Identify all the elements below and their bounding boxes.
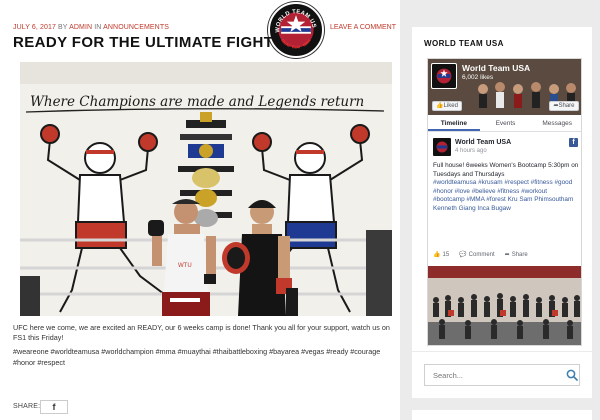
thumbs-up-icon: 👍 — [436, 103, 444, 109]
meta-in: IN — [94, 24, 102, 31]
fb-avatar-logo — [432, 64, 456, 88]
fb-post-text: Full house! 6weeks Women's Bootcamp 5:30… — [433, 162, 579, 214]
fb-liked-button[interactable]: 👍Liked — [432, 101, 462, 111]
post-date[interactable]: JULY 6, 2017 — [13, 24, 56, 31]
fb-liked-label: Liked — [443, 103, 458, 109]
fb-comment-label: Comment — [468, 251, 495, 258]
fb-post-message: Full house! 6weeks Women's Bootcamp 5:30… — [433, 162, 579, 178]
fb-post-header: World Team USA 4 hours ago f — [433, 138, 578, 160]
meta-by: BY — [58, 24, 68, 31]
facebook-icon[interactable]: f — [569, 138, 578, 147]
post-body: UFC here we come, we are excited an READ… — [13, 323, 390, 342]
fb-post-hashtags[interactable]: #worldteamusa #krusam #respect #fitness … — [433, 179, 579, 213]
thumbs-up-icon: 👍 — [433, 252, 441, 258]
fb-tab-messages[interactable]: Messages — [531, 117, 581, 131]
fb-post-avatar[interactable] — [433, 138, 451, 156]
widget-title: WORLD TEAM USA — [424, 39, 504, 48]
share-arrow-icon: ➦ — [504, 252, 510, 258]
fb-post-avatar-logo — [433, 138, 451, 156]
search-icon[interactable] — [566, 369, 578, 381]
fb-share-button[interactable]: ➦Share — [549, 101, 579, 111]
post-author-link[interactable]: ADMIN — [69, 24, 92, 31]
post-title[interactable]: READY FOR THE ULTIMATE FIGHT — [13, 34, 273, 51]
post-column: JULY 6, 2017 BY ADMIN IN ANNOUNCEMENTS L… — [0, 0, 400, 420]
fb-post-actions: 👍 15 💬 Comment ➦ Share — [433, 248, 579, 261]
bootcamp-photo — [428, 266, 581, 345]
fb-cover-photo[interactable]: World Team USA 6,002 likes 👍Liked ➦Share — [428, 59, 581, 115]
fb-share-action-label: Share — [511, 251, 528, 258]
wall-slogan: Where Champions are made and Legends ret… — [30, 94, 364, 110]
facebook-widget: WORLD TEAM USA World Team USA 6,002 like… — [412, 27, 592, 351]
hashtags-line-1[interactable]: #weareone #worldteamusa #worldchampion #… — [13, 346, 393, 357]
fb-tabs: Timeline Events Messages — [428, 117, 581, 132]
fb-like-count-value: 15 — [442, 251, 450, 258]
fb-post-photo[interactable] — [428, 266, 581, 345]
next-widget — [412, 410, 592, 420]
fb-tab-timeline[interactable]: Timeline — [428, 117, 480, 131]
facebook-share-button[interactable]: f — [40, 400, 68, 414]
post-hashtags: #weareone #worldteamusa #worldchampion #… — [13, 346, 393, 368]
fb-comment-action[interactable]: 💬 Comment — [459, 251, 495, 259]
post-featured-image[interactable]: Where Champions are made and Legends ret… — [20, 62, 392, 316]
post-meta: JULY 6, 2017 BY ADMIN IN ANNOUNCEMENTS — [13, 24, 169, 31]
post-category-link[interactable]: ANNOUNCEMENTS — [103, 24, 169, 31]
facebook-page-plugin: World Team USA 6,002 likes 👍Liked ➦Share… — [427, 58, 582, 346]
fb-page-name[interactable]: World Team USA — [462, 63, 530, 73]
fb-share-action[interactable]: ➦ Share — [504, 251, 528, 259]
fb-tab-events[interactable]: Events — [480, 117, 532, 131]
search-widget — [412, 352, 592, 398]
share-label: SHARE: — [13, 403, 41, 410]
comment-icon: 💬 — [459, 252, 467, 258]
svg-text:WTU: WTU — [178, 263, 192, 269]
fb-like-count[interactable]: 👍 15 — [433, 251, 450, 259]
leave-comment-link[interactable]: LEAVE A COMMENT — [330, 24, 396, 31]
fb-page-likes: 6,002 likes — [462, 74, 494, 81]
fb-share-label: Share — [558, 103, 575, 109]
logo-emblem: WORLD TEAM USA MUAY THAI · MMA — [270, 4, 322, 56]
hashtags-line-2[interactable]: #honor #respect — [13, 357, 393, 368]
search-input[interactable] — [424, 364, 580, 386]
gym-photo: Where Champions are made and Legends ret… — [20, 62, 392, 316]
fb-post-time[interactable]: 4 hours ago — [455, 148, 487, 154]
fb-page-avatar[interactable] — [431, 63, 457, 89]
world-team-usa-logo[interactable]: WORLD TEAM USA MUAY THAI · MMA — [268, 2, 324, 58]
fb-post-author[interactable]: World Team USA — [455, 139, 511, 146]
